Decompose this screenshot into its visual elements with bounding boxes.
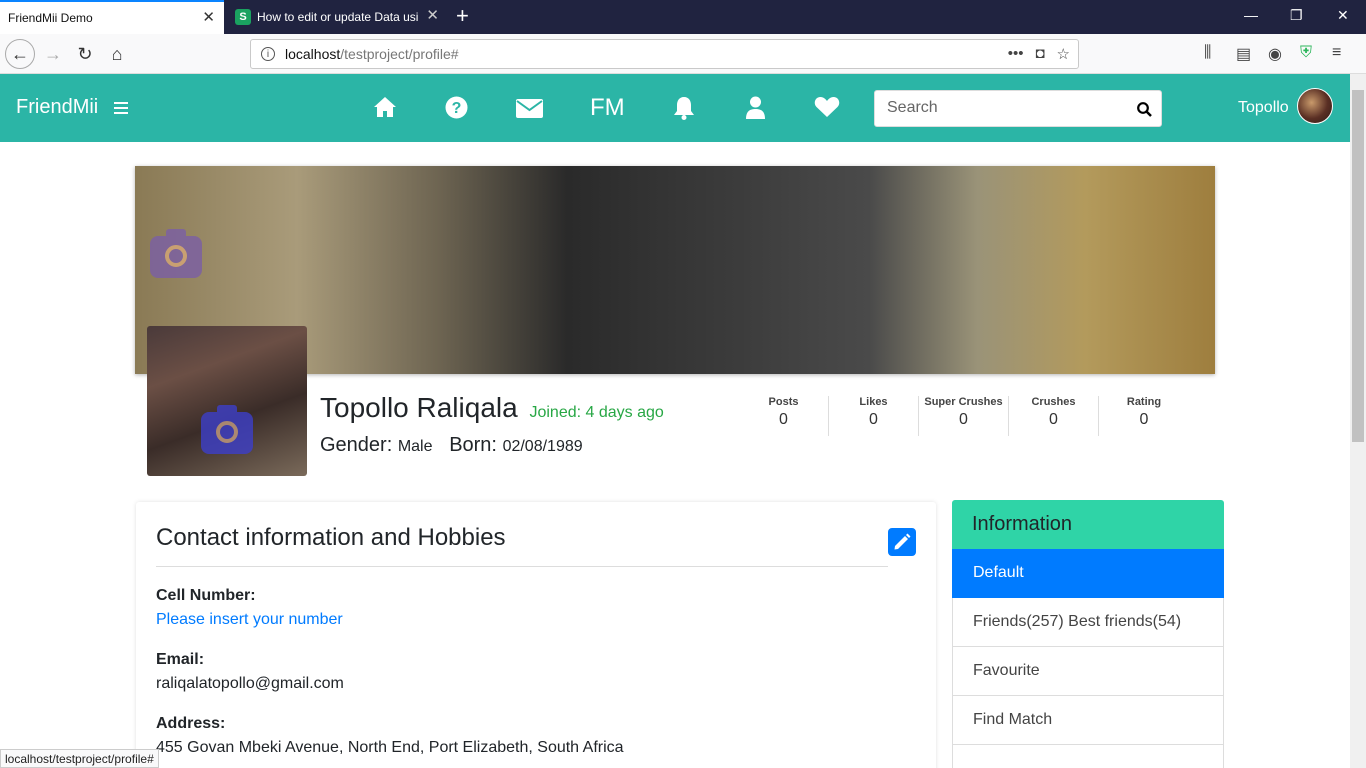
email-value: raliqalatopollo@gmail.com — [156, 675, 344, 692]
reload-icon[interactable]: ↻ — [70, 39, 100, 69]
contact-card-title: Contact information and Hobbies — [156, 524, 506, 551]
close-tab-icon[interactable]: ✕ — [202, 10, 215, 26]
forward-icon[interactable]: → — [38, 39, 68, 69]
pencil-icon — [894, 533, 911, 550]
shield-extension-icon[interactable]: ⛨ — [1300, 44, 1312, 62]
stat-label: Rating — [1126, 396, 1162, 408]
stat-value: 0 — [779, 411, 788, 428]
home-icon[interactable]: ⌂ — [102, 39, 132, 69]
hamburger-menu-icon[interactable] — [114, 102, 128, 114]
browser-tab-friendmii[interactable]: FriendMii Demo ✕ — [0, 0, 224, 34]
scrollbar-thumb[interactable] — [1352, 90, 1364, 442]
restore-icon[interactable]: ❐ — [1290, 7, 1303, 24]
tab-title: FriendMii Demo — [8, 11, 93, 25]
gender-value: Male — [397, 438, 433, 455]
avatar[interactable] — [1297, 88, 1333, 124]
status-bar: localhost/testproject/profile# — [0, 749, 159, 768]
sidebar-item-friends[interactable]: Friends(257) Best friends(54) — [952, 598, 1224, 647]
stat-likes: Likes 0 — [829, 396, 919, 436]
page-scrollbar[interactable] — [1350, 74, 1366, 768]
home-nav-icon[interactable] — [373, 96, 397, 118]
email-label: Email: — [156, 651, 205, 668]
browser-tab-bar: FriendMii Demo ✕ S How to edit or update… — [0, 0, 1366, 34]
url-bar[interactable]: i localhost/testproject/profile# ••• ◘ ☆ — [250, 39, 1079, 69]
sheets-favicon-icon: S — [235, 9, 251, 25]
sidebar-icon[interactable]: ▤ — [1236, 44, 1251, 64]
library-icon[interactable]: ⫼ — [1204, 44, 1211, 62]
profile-stats: Posts 0 Likes 0 Super Crushes 0 Crushes 0 Ra… — [739, 396, 1189, 436]
profile-picture — [147, 326, 307, 476]
stat-label: Posts — [768, 396, 799, 408]
profile-user-icon[interactable] — [746, 96, 765, 119]
address-field: Address: 455 Govan Mbeki Avenue, North E… — [156, 715, 624, 757]
new-tab-icon[interactable]: + — [456, 5, 469, 27]
page-content: FriendMii ? FM Topollo Topollo Raliqala … — [0, 74, 1350, 768]
stat-value: 0 — [1139, 411, 1149, 428]
brand-logo[interactable]: FriendMii — [16, 96, 98, 119]
sidebar-item-next[interactable] — [952, 745, 1224, 768]
search-icon[interactable] — [1137, 102, 1152, 117]
profile-details: Gender: Male Born: 02/08/1989 — [320, 434, 583, 457]
help-icon[interactable]: ? — [445, 96, 468, 119]
menu-icon[interactable]: ≡ — [1332, 44, 1341, 62]
born-label: Born: — [449, 434, 497, 456]
url-host: localhost — [285, 46, 341, 62]
contact-card: Contact information and Hobbies Cell Num… — [136, 502, 936, 768]
profile-name: Topollo Raliqala — [320, 392, 518, 423]
stat-posts: Posts 0 — [739, 396, 829, 436]
card-divider — [156, 566, 888, 567]
site-info-icon[interactable]: i — [261, 47, 275, 61]
stat-value: 0 — [1049, 411, 1058, 428]
notifications-bell-icon[interactable] — [673, 96, 695, 120]
email-field: Email: raliqalatopollo@gmail.com — [156, 651, 344, 693]
page-actions-icon[interactable]: ••• — [1008, 45, 1024, 63]
cell-number-link[interactable]: Please insert your number — [156, 611, 343, 629]
born-value: 02/08/1989 — [502, 438, 583, 455]
pocket-icon[interactable]: ◘ — [1035, 45, 1044, 63]
address-value: 455 Govan Mbeki Avenue, North End, Port … — [156, 739, 624, 756]
browser-toolbar: ← → ↻ ⌂ i localhost/testproject/profile#… — [0, 34, 1366, 74]
back-icon[interactable]: ← — [5, 39, 35, 69]
messages-icon[interactable] — [516, 99, 543, 118]
gender-label: Gender: — [320, 434, 393, 456]
sidebar-item-find-match[interactable]: Find Match — [952, 696, 1224, 745]
change-cover-camera-icon[interactable] — [150, 229, 202, 278]
app-navbar: FriendMii ? FM Topollo — [0, 74, 1350, 142]
search-input[interactable] — [887, 99, 1127, 117]
profile-name-row: Topollo Raliqala Joined: 4 days ago — [320, 392, 664, 424]
stat-label: Likes — [859, 396, 888, 408]
sidebar-item-default[interactable]: Default — [952, 549, 1224, 598]
stat-value: 0 — [959, 411, 968, 428]
tab-title: How to edit or update Data usi — [257, 10, 419, 24]
stat-label: Crushes — [1031, 396, 1076, 408]
fm-nav-link[interactable]: FM — [590, 94, 625, 122]
cell-number-label: Cell Number: — [156, 587, 256, 604]
minimize-icon[interactable]: — — [1244, 7, 1258, 23]
change-profile-camera-icon[interactable] — [201, 405, 253, 454]
address-label: Address: — [156, 715, 226, 732]
stat-super-crushes: Super Crushes 0 — [919, 396, 1009, 436]
close-tab-icon[interactable]: ✕ — [426, 8, 439, 24]
stat-rating: Rating 0 — [1099, 396, 1189, 436]
url-path: /testproject/profile# — [340, 46, 459, 62]
browser-tab-how-to-edit[interactable]: S How to edit or update Data usi ✕ — [226, 0, 448, 34]
joined-date: Joined: 4 days ago — [529, 404, 664, 421]
edit-button[interactable] — [888, 528, 916, 556]
account-icon[interactable]: ◉ — [1268, 44, 1282, 64]
sidebar-item-favourite[interactable]: Favourite — [952, 647, 1224, 696]
bookmark-star-icon[interactable]: ☆ — [1057, 45, 1070, 63]
svg-text:?: ? — [452, 100, 462, 117]
information-sidebar: Information Default Friends(257) Best fr… — [952, 500, 1224, 768]
sidebar-header: Information — [952, 500, 1224, 549]
cell-number-field: Cell Number: Please insert your number — [156, 587, 343, 629]
search-box — [874, 90, 1162, 127]
stat-value: 0 — [869, 411, 878, 428]
favourites-heart-icon[interactable] — [814, 96, 840, 118]
close-window-icon[interactable]: ✕ — [1337, 7, 1349, 24]
stat-crushes: Crushes 0 — [1009, 396, 1099, 436]
stat-label: Super Crushes — [924, 396, 1003, 408]
user-name-link[interactable]: Topollo — [1238, 99, 1289, 117]
